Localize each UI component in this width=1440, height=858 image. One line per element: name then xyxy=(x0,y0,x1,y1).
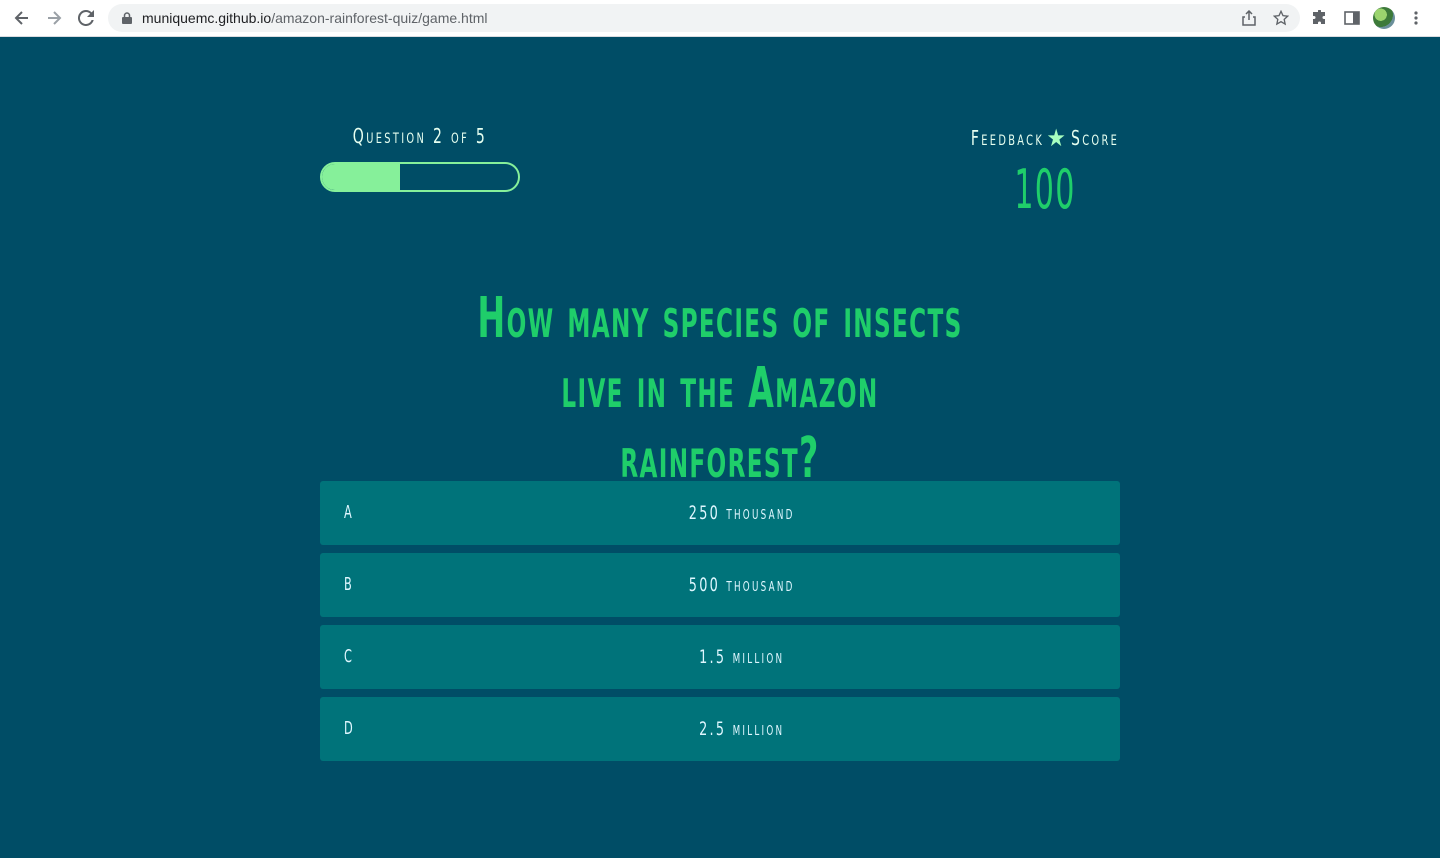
answer-letter: A xyxy=(344,502,352,523)
avatar[interactable] xyxy=(1370,4,1398,32)
progress-bar-fill xyxy=(322,164,401,190)
score-panel: Feedback ★ Score 100 xyxy=(960,124,1130,221)
score-label: Score xyxy=(1070,126,1120,150)
answer-option-d[interactable]: D 2.5 million xyxy=(320,697,1120,761)
answer-text: 250 thousand xyxy=(688,502,795,524)
back-arrow-icon[interactable] xyxy=(6,0,38,36)
url-text: muniquemc.github.io/amazon-rainforest-qu… xyxy=(142,10,488,26)
url-domain: muniquemc.github.io xyxy=(142,10,272,26)
lock-icon[interactable] xyxy=(120,11,134,25)
kebab-menu-icon[interactable] xyxy=(1402,4,1430,32)
address-bar[interactable]: muniquemc.github.io/amazon-rainforest-qu… xyxy=(108,4,1300,32)
feedback-score-label: Feedback ★ Score xyxy=(971,124,1117,152)
answer-letter: C xyxy=(344,646,352,667)
answer-letter: B xyxy=(344,574,352,595)
progress-bar xyxy=(320,162,520,192)
side-panel-icon[interactable] xyxy=(1338,4,1366,32)
question-text: How many species of insects live in the … xyxy=(477,286,963,491)
answer-option-c[interactable]: C 1.5 million xyxy=(320,625,1120,689)
puzzle-icon[interactable] xyxy=(1306,4,1334,32)
answer-letter: D xyxy=(344,718,353,739)
answer-text: 2.5 million xyxy=(699,718,785,740)
question-progress: Question 2 of 5 xyxy=(320,124,520,192)
answer-option-b[interactable]: B 500 thousand xyxy=(320,553,1120,617)
url-path: /amazon-rainforest-quiz/game.html xyxy=(271,10,488,26)
answer-option-a[interactable]: A 250 thousand xyxy=(320,481,1120,545)
question-counter: Question 2 of 5 xyxy=(352,124,488,148)
forward-arrow-icon[interactable] xyxy=(38,0,70,36)
browser-toolbar: muniquemc.github.io/amazon-rainforest-qu… xyxy=(0,0,1440,37)
answer-text: 500 thousand xyxy=(688,574,795,596)
feedback-label: Feedback xyxy=(970,126,1045,150)
reload-icon[interactable] xyxy=(70,0,102,36)
star-icon: ★ xyxy=(1046,124,1069,152)
answer-text: 1.5 million xyxy=(699,646,785,668)
star-outline-icon[interactable] xyxy=(1268,5,1294,31)
score-value: 100 xyxy=(1014,158,1076,221)
answer-list: A 250 thousand B 500 thousand C 1.5 mill… xyxy=(320,481,1120,769)
share-icon[interactable] xyxy=(1236,5,1262,31)
